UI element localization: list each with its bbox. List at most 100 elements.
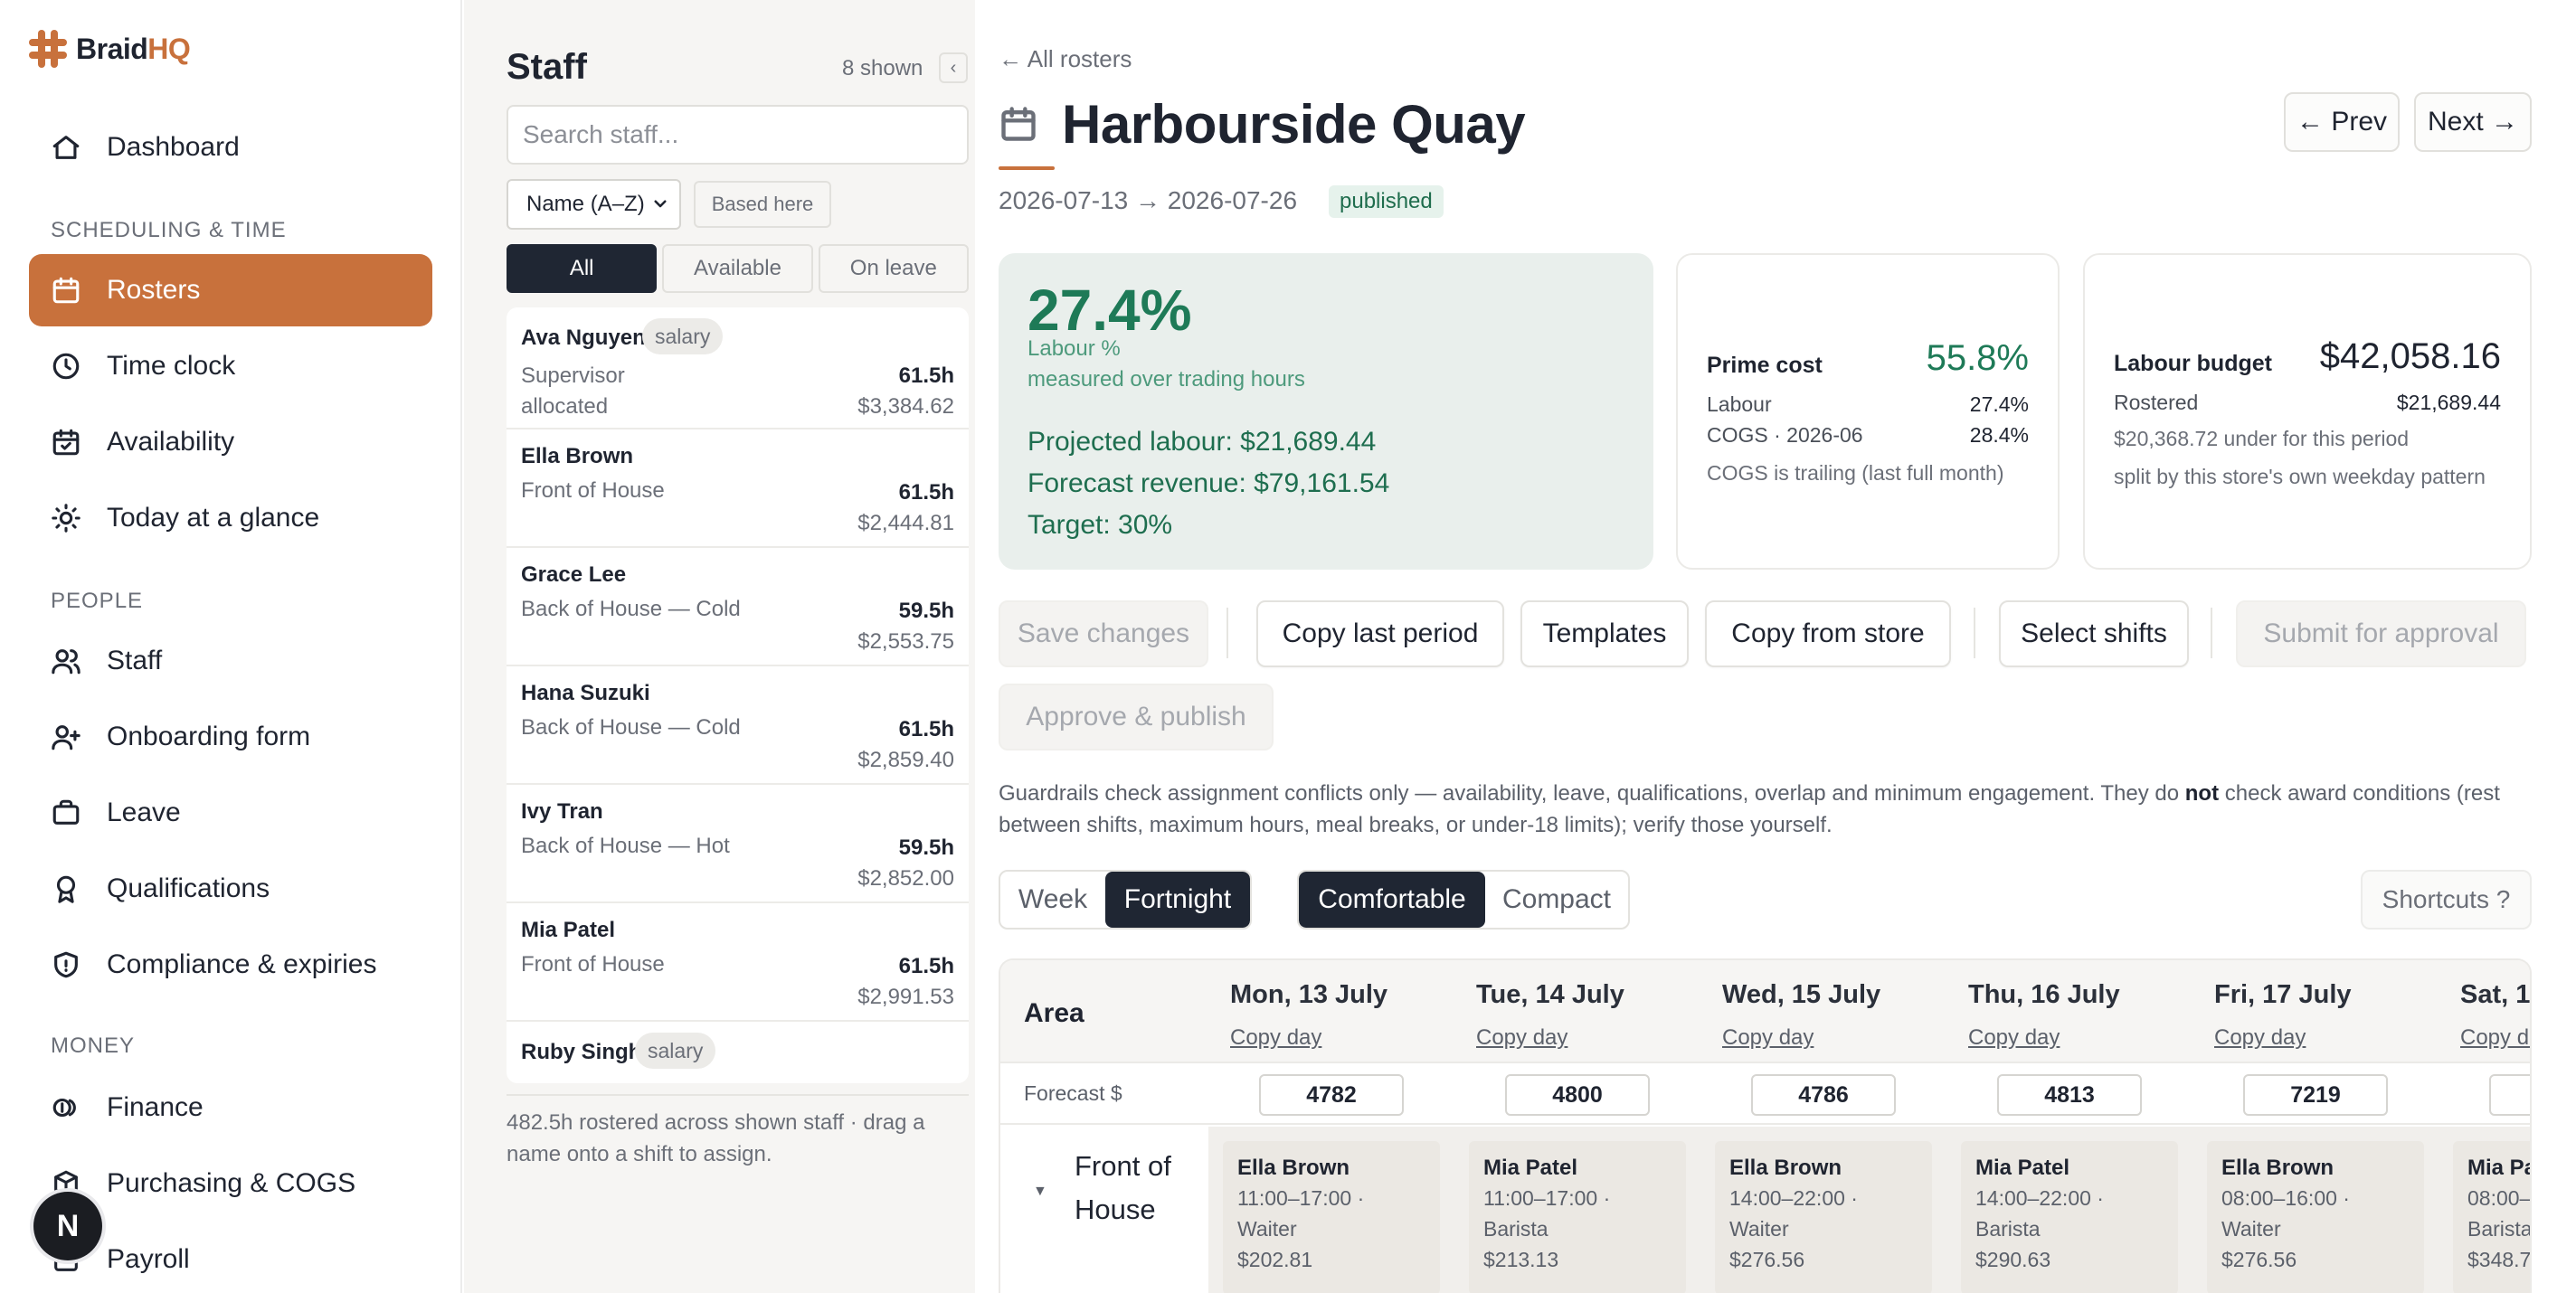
staff-cost: $2,852.00 <box>857 866 954 891</box>
prime-cost-title: Prime cost <box>1707 353 1823 378</box>
nav-item-staff[interactable]: Staff <box>29 625 432 697</box>
divider <box>1226 608 1228 658</box>
nav-item-onboarding[interactable]: Onboarding form <box>29 701 432 773</box>
day-header: Mon, 13 July <box>1230 980 1388 1009</box>
user-avatar[interactable]: N <box>33 1192 102 1260</box>
forecast-input[interactable]: 4800 <box>1505 1074 1650 1116</box>
nav-item-availability[interactable]: Availability <box>29 406 432 478</box>
select-shifts-button[interactable]: Select shifts <box>1999 600 2189 667</box>
area-name-line: Front of House <box>1075 1150 1171 1225</box>
shift-role: Waiter <box>1237 1217 1297 1241</box>
copy-from-store-button[interactable]: Copy from store <box>1705 600 1951 667</box>
shortcuts-button[interactable]: Shortcuts ? <box>2361 870 2532 930</box>
labour-budget-card: Labour budget $42,058.16 Rostered $21,68… <box>2083 253 2532 570</box>
staff-hours: 59.5h <box>898 835 954 860</box>
staff-name: Ella Brown <box>521 444 634 468</box>
prev-button[interactable]: ← Prev <box>2284 92 2400 152</box>
save-changes-button[interactable]: Save changes <box>999 600 1208 667</box>
shift-card[interactable]: Mia Patel 14:00–22:00 · Barista $290.63 <box>1961 1141 2178 1293</box>
clock-icon <box>52 353 80 380</box>
all-rosters-link[interactable]: ← All rosters <box>999 45 1132 73</box>
staff-count: 8 shown <box>842 56 923 80</box>
prime-cogs-row: COGS · 2026-06 28.4% <box>1707 423 2029 448</box>
calendar-icon <box>52 277 80 304</box>
shift-card[interactable]: Mia Patel 11:00–17:00 · Barista $213.13 <box>1469 1141 1686 1293</box>
nav-label: Availability <box>107 427 235 457</box>
staff-hours: 61.5h <box>898 480 954 505</box>
sort-select[interactable]: Name (A–Z) <box>507 179 681 230</box>
nav-item-leave[interactable]: Leave <box>29 777 432 849</box>
rostered-value: $21,689.44 <box>2396 391 2501 414</box>
forecast-input[interactable]: 4782 <box>1259 1074 1404 1116</box>
nav-section-scheduling: SCHEDULING & TIME <box>51 218 287 242</box>
templates-button[interactable]: Templates <box>1520 600 1689 667</box>
sun-icon <box>52 504 80 533</box>
page-title-row: Harbourside Quay <box>999 92 1526 156</box>
approve-publish-button[interactable]: Approve & publish <box>999 684 1274 750</box>
staff-list: Ava Nguyen salary Supervisor allocated 6… <box>507 307 969 1083</box>
shift-card[interactable]: Ella Brown 11:00–17:00 · Waiter $202.81 <box>1223 1141 1440 1293</box>
nav-label: Compliance & expiries <box>107 949 377 979</box>
copy-day-link[interactable]: Copy day <box>1476 1025 1567 1051</box>
next-button[interactable]: Next → <box>2414 92 2532 152</box>
shift-card[interactable]: Ella Brown 08:00–16:00 · Waiter $276.56 <box>2207 1141 2424 1293</box>
nav-item-rosters[interactable]: Rosters <box>29 254 432 326</box>
staff-cost: $2,553.75 <box>857 629 954 654</box>
calendar-check-icon <box>52 429 80 456</box>
copy-day-link[interactable]: Copy day <box>1968 1025 2060 1051</box>
compact-option[interactable]: Compact <box>1485 872 1628 928</box>
budget-split-note: split by this store's own weekday patter… <box>2114 465 2486 488</box>
shift-staff-name: Mia Patel <box>2467 1156 2530 1180</box>
nav-item-finance[interactable]: Finance <box>29 1071 432 1144</box>
nav-item-qualifications[interactable]: Qualifications <box>29 853 432 925</box>
nav-item-dashboard[interactable]: Dashboard <box>29 111 432 184</box>
divider <box>2211 608 2212 658</box>
sort-select-value: Name (A–Z) <box>526 192 645 216</box>
staff-row[interactable]: Ella Brown Front of House 61.5h $2,444.8… <box>507 429 969 548</box>
shift-role: Waiter <box>1729 1217 1789 1241</box>
staff-row[interactable]: Mia Patel Front of House 61.5h $2,991.53 <box>507 903 969 1022</box>
filter-all[interactable]: All <box>507 244 658 293</box>
filter-available[interactable]: Available <box>662 244 813 293</box>
shift-card[interactable]: Ella Brown 14:00–22:00 · Waiter $276.56 <box>1715 1141 1932 1293</box>
filter-on-leave[interactable]: On leave <box>818 244 969 293</box>
prime-labour-row: Labour 27.4% <box>1707 392 2029 417</box>
staff-panel: Staff 8 shown ‹ Name (A–Z) Based here Al… <box>464 0 975 1293</box>
fortnight-option[interactable]: Fortnight <box>1105 872 1250 928</box>
status-badge: published <box>1329 185 1444 218</box>
week-option[interactable]: Week <box>1000 872 1105 928</box>
forecast-input[interactable]: 7219 <box>2243 1074 2388 1116</box>
staff-name: Ivy Tran <box>521 799 603 824</box>
nav-item-today[interactable]: Today at a glance <box>29 482 432 554</box>
staff-row[interactable]: Ruby Singh salary <box>507 1022 969 1083</box>
copy-day-link[interactable]: Copy day <box>2214 1025 2306 1051</box>
forecast-input[interactable]: 4786 <box>1751 1074 1896 1116</box>
copy-last-period-button[interactable]: Copy last period <box>1256 600 1504 667</box>
staff-row[interactable]: Ava Nguyen salary Supervisor allocated 6… <box>507 307 969 429</box>
staff-row[interactable]: Grace Lee Back of House — Cold 59.5h $2,… <box>507 548 969 666</box>
nav-label: Purchasing & COGS <box>107 1168 356 1198</box>
shift-staff-name: Ella Brown <box>1729 1156 1842 1180</box>
brand-logo[interactable]: BraidHQ <box>29 29 191 69</box>
prime-cost-card: Prime cost 55.8% Labour 27.4% COGS · 202… <box>1676 253 2060 570</box>
forecast-input[interactable] <box>2489 1074 2530 1116</box>
comfortable-option[interactable]: Comfortable <box>1299 872 1485 928</box>
staff-cost: $3,384.62 <box>857 394 954 419</box>
copy-day-link[interactable]: Copy day <box>1722 1025 1814 1051</box>
nav-item-time-clock[interactable]: Time clock <box>29 330 432 402</box>
nav-item-compliance[interactable]: Compliance & expiries <box>29 929 432 1001</box>
staff-row[interactable]: Hana Suzuki Back of House — Cold 61.5h $… <box>507 666 969 785</box>
collapse-panel-button[interactable]: ‹ <box>939 52 968 83</box>
forecast-input[interactable]: 4813 <box>1997 1074 2142 1116</box>
submit-for-approval-button[interactable]: Submit for approval <box>2236 600 2526 667</box>
cogs-note: COGS is trailing (last full month) <box>1707 461 2004 485</box>
shift-card[interactable]: Mia Patel 08:00–16:00 · Barista $348.75 <box>2453 1141 2530 1293</box>
copy-day-link[interactable]: Copy day <box>1230 1025 1321 1051</box>
staff-allocation: allocated <box>521 394 609 419</box>
copy-day-link[interactable]: Copy day <box>2460 1025 2530 1051</box>
staff-search-input[interactable] <box>507 105 969 165</box>
caret-down-icon: ▼ <box>1033 1184 1047 1199</box>
staff-row[interactable]: Ivy Tran Back of House — Hot 59.5h $2,85… <box>507 785 969 903</box>
based-here-toggle[interactable]: Based here <box>694 181 831 228</box>
date-range: 2026-07-13 → 2026-07-26 <box>999 186 1298 214</box>
